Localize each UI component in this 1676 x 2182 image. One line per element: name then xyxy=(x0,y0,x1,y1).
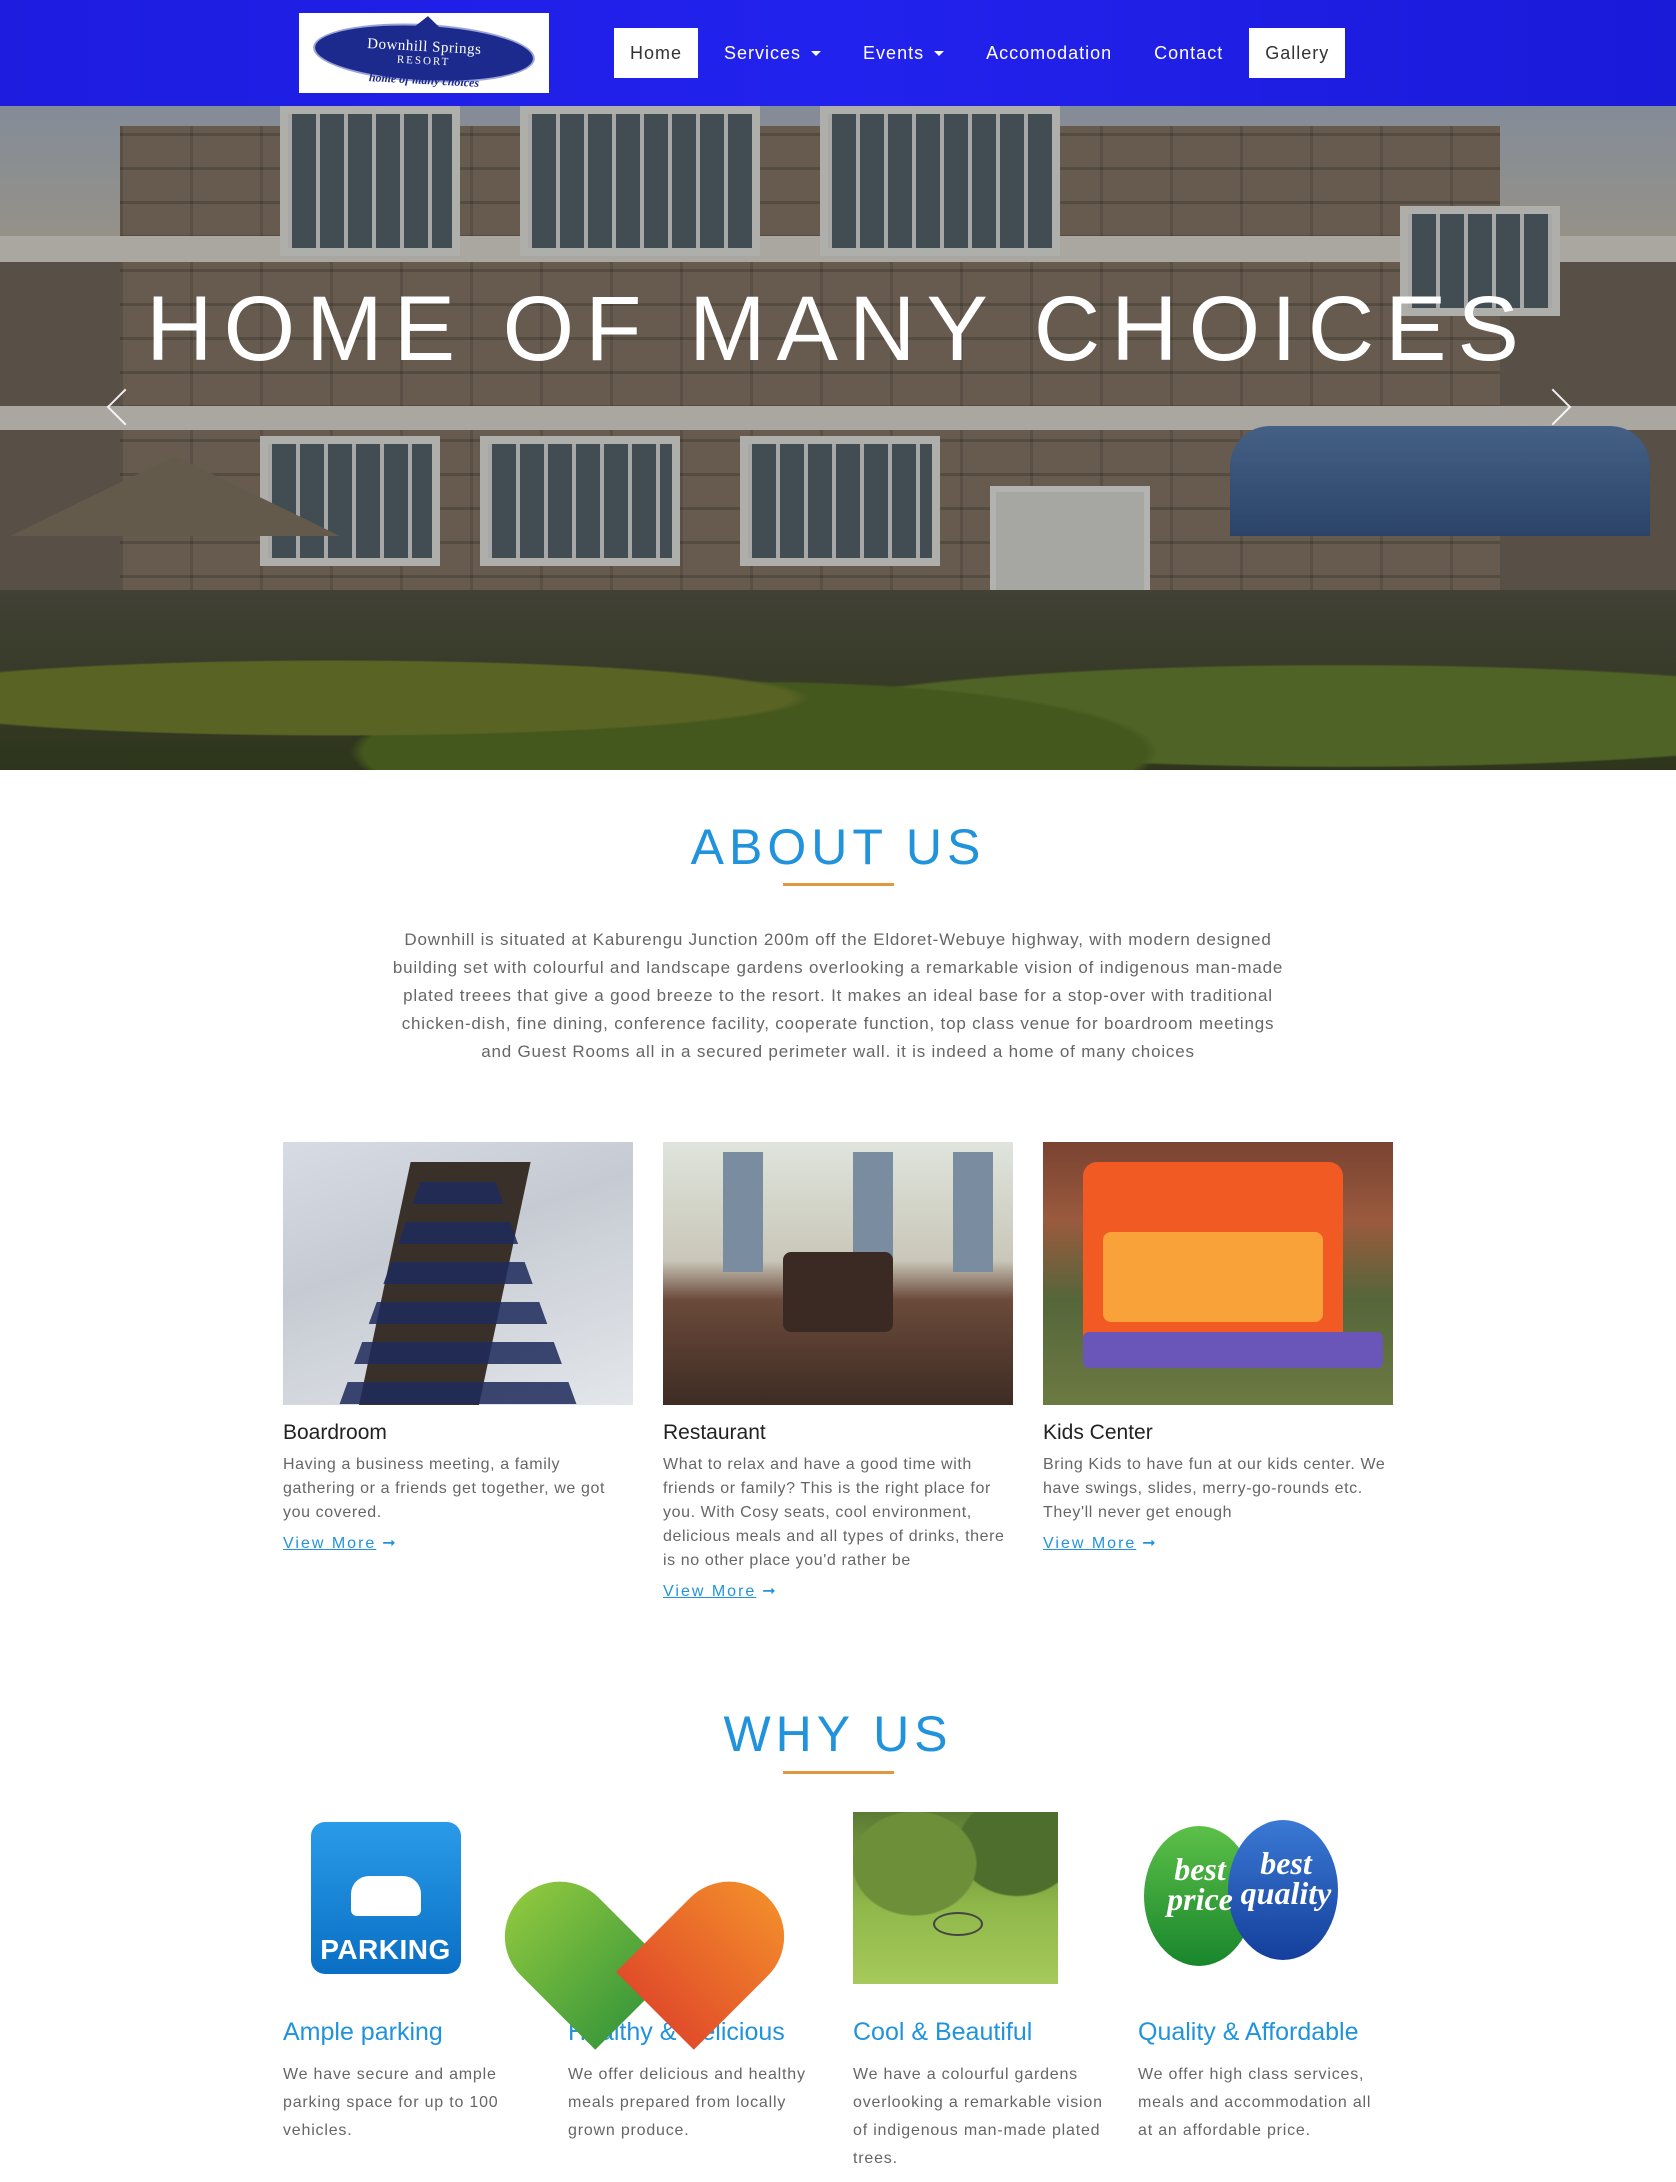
why-item-parking: PARKING Ample parking We have secure and… xyxy=(283,1812,533,2145)
why-item-text: We have secure and ample parking space f… xyxy=(283,2066,499,2139)
logo-resort: RESORT xyxy=(396,53,451,68)
mountain-icon xyxy=(411,15,444,31)
nav-accomodation-label: Accomodation xyxy=(986,42,1113,63)
navbar: Downhill Springs RESORT home of many cho… xyxy=(0,0,1676,106)
about-text: Downhill is situated at Kaburengu Juncti… xyxy=(392,930,1284,1061)
service-text: What to relax and have a good time with … xyxy=(663,1456,1005,1569)
resort-logo[interactable]: Downhill Springs RESORT home of many cho… xyxy=(299,13,549,93)
service-title: Kids Center xyxy=(1043,1421,1153,1444)
nav-accomodation[interactable]: Accomodation xyxy=(970,28,1128,78)
parking-icon: PARKING xyxy=(310,1822,461,1974)
service-card-boardroom: Boardroom Having a business meeting, a f… xyxy=(283,1142,633,1553)
view-more-label: View More xyxy=(663,1583,757,1600)
hero-title: HOME OF MANY CHOICES xyxy=(146,278,1530,380)
service-card-restaurant: Restaurant What to relax and have a good… xyxy=(663,1142,1013,1601)
parking-image: PARKING xyxy=(283,1812,488,1984)
why-item-title: Cool & Beautiful xyxy=(853,2018,1033,2046)
nav-events[interactable]: Events xyxy=(847,28,960,78)
badge-best-price: best price xyxy=(1167,1851,1233,1917)
why-item-quality: best price best quality Quality & Afford… xyxy=(1138,1812,1388,2145)
caret-down-icon xyxy=(811,50,822,56)
why-item-healthy: Healthy & Delicious We offer delicious a… xyxy=(482,1812,818,2145)
nav-home-label: Home xyxy=(630,42,683,63)
main-nav: Home Services Events Accomodation Contac… xyxy=(614,28,1355,78)
service-title: Boardroom xyxy=(283,1421,387,1444)
service-title: Restaurant xyxy=(663,1421,766,1444)
nav-gallery[interactable]: Gallery xyxy=(1249,28,1346,78)
nav-services-label: Services xyxy=(724,42,802,63)
badge-best-quality: best quality xyxy=(1240,1845,1332,1911)
restaurant-curtain xyxy=(953,1152,993,1272)
view-more-link[interactable]: View More ➞ xyxy=(663,1581,778,1601)
nav-contact-label: Contact xyxy=(1154,42,1224,63)
caret-down-icon xyxy=(934,50,945,56)
kids-center-image xyxy=(1043,1142,1393,1405)
why-item-text: We have a colourful gardens overlooking … xyxy=(853,2066,1103,2167)
arrow-right-icon: ➞ xyxy=(382,1535,398,1552)
view-more-label: View More xyxy=(1043,1535,1137,1552)
garden-image xyxy=(853,1812,1058,1984)
service-card-kids-center: Kids Center Bring Kids to have fun at ou… xyxy=(1043,1142,1393,1553)
hero-carousel: HOME OF MANY CHOICES xyxy=(0,106,1676,770)
hero-overlay xyxy=(0,106,1676,770)
nav-home[interactable]: Home xyxy=(614,28,699,78)
service-text: Having a business meeting, a family gath… xyxy=(283,1456,605,1521)
nav-events-label: Events xyxy=(863,42,925,63)
why-title: WHY US xyxy=(723,1706,953,1762)
why-item-title: Ample parking xyxy=(283,2018,443,2046)
view-more-link[interactable]: View More ➞ xyxy=(283,1533,398,1553)
restaurant-image xyxy=(663,1142,1013,1405)
why-item-beautiful: Cool & Beautiful We have a colourful gar… xyxy=(853,1812,1103,2173)
nav-services[interactable]: Services xyxy=(708,28,837,78)
service-text: Bring Kids to have fun at our kids cente… xyxy=(1043,1456,1386,1521)
arrow-right-icon: ➞ xyxy=(1142,1535,1158,1552)
nav-contact[interactable]: Contact xyxy=(1138,28,1239,78)
garden-table xyxy=(933,1912,983,1936)
about-title: ABOUT US xyxy=(690,819,986,875)
view-more-label: View More xyxy=(283,1535,377,1552)
car-icon xyxy=(350,1876,421,1916)
vegetable-heart-icon xyxy=(482,1812,807,2050)
restaurant-sofa xyxy=(783,1252,893,1332)
nav-gallery-label: Gallery xyxy=(1265,42,1330,63)
arrow-right-icon: ➞ xyxy=(762,1583,778,1600)
why-item-text: We offer delicious and healthy meals pre… xyxy=(568,2066,806,2139)
boardroom-image xyxy=(283,1142,633,1405)
healthy-food-image xyxy=(482,1812,807,2050)
bouncy-castle-base xyxy=(1083,1332,1383,1368)
restaurant-curtain xyxy=(723,1152,763,1272)
view-more-link[interactable]: View More ➞ xyxy=(1043,1533,1158,1553)
boardroom-chairs xyxy=(333,1182,583,1405)
why-item-text: We offer high class services, meals and … xyxy=(1138,2066,1372,2139)
why-title-rule xyxy=(783,1771,894,1774)
parking-label: PARKING xyxy=(320,1934,451,1965)
why-item-title: Quality & Affordable xyxy=(1138,2018,1359,2046)
about-title-rule xyxy=(783,883,894,886)
best-price-quality-badge: best price best quality xyxy=(1138,1812,1343,1984)
